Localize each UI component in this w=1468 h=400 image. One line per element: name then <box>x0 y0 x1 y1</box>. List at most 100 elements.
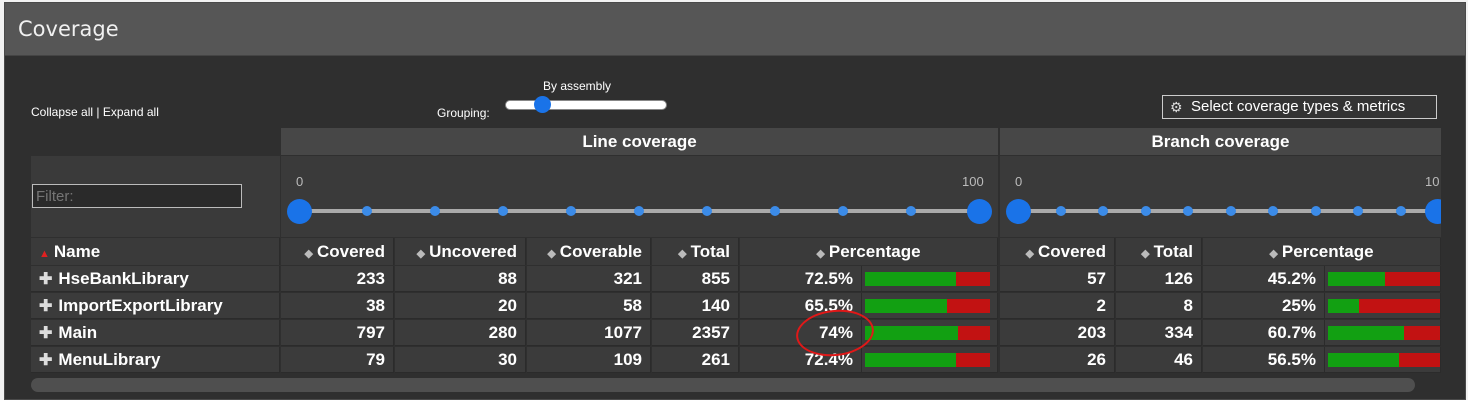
branch-range-min-handle[interactable] <box>1006 199 1031 224</box>
line-covered-bar <box>865 353 956 367</box>
col-header-uncovered[interactable]: ◆ Uncovered <box>395 238 526 265</box>
sort-icon: ◆ <box>416 248 426 260</box>
row-total: 140 <box>701 296 730 315</box>
cell-uncovered: 20 <box>395 293 526 319</box>
line-uncovered-bar <box>956 272 990 286</box>
range-tick-dot <box>702 206 712 216</box>
branch-coverage-bar-cell <box>1325 293 1441 319</box>
row-coverable: 1077 <box>604 323 642 342</box>
sort-icon: ◆ <box>816 248 825 260</box>
select-coverage-metrics-button[interactable]: ⚙ Select coverage types & metrics <box>1162 95 1437 119</box>
line-range-min-handle[interactable] <box>287 199 312 224</box>
col-header-branch-total-label: Total <box>1153 242 1193 261</box>
range-tick-dot <box>430 206 440 216</box>
row-covered: 233 <box>356 269 385 288</box>
line-uncovered-bar <box>956 353 990 367</box>
gear-icon: ⚙ <box>1170 99 1183 115</box>
cell-coverable: 321 <box>527 266 651 292</box>
row-coverable: 109 <box>613 350 642 369</box>
row-covered: 79 <box>366 350 385 369</box>
line-coverage-group-header: Line coverage <box>281 128 998 155</box>
row-coverable: 321 <box>613 269 642 288</box>
expand-all-link[interactable]: Expand all <box>103 105 159 119</box>
row-b-total: 46 <box>1174 350 1193 369</box>
row-b-total: 126 <box>1164 269 1193 288</box>
cell-percentage: 74% <box>740 320 862 346</box>
cell-percentage: 72.4% <box>740 347 862 373</box>
expand-plus-icon[interactable]: ✚ <box>39 352 52 369</box>
row-b-percentage: 25% <box>1281 296 1316 315</box>
range-tick-dot <box>362 206 372 216</box>
col-header-branch-covered-label: Covered <box>1037 242 1106 261</box>
col-header-branch-percentage[interactable]: ◆ Percentage <box>1203 238 1441 265</box>
cell-b-percentage: 25% <box>1203 293 1325 319</box>
range-tick-dot <box>770 206 780 216</box>
branch-range-cell: 0 10 <box>1000 156 1441 237</box>
col-header-name[interactable]: ▲ Name <box>31 238 280 265</box>
col-header-branch-total[interactable]: ◆ Total <box>1116 238 1202 265</box>
grouping-slider[interactable] <box>505 96 667 113</box>
row-uncovered: 20 <box>498 296 517 315</box>
branch-coverage-bar <box>1328 353 1440 367</box>
row-percentage: 72.4% <box>804 350 853 369</box>
line-covered-bar <box>865 272 956 286</box>
branch-coverage-bar <box>1328 299 1440 313</box>
row-name: ImportExportLibrary <box>58 296 223 315</box>
col-header-total-label: Total <box>690 242 730 261</box>
horizontal-scrollbar[interactable] <box>31 378 1415 392</box>
line-uncovered-bar <box>947 299 990 313</box>
col-header-coverable-label: Coverable <box>559 242 642 261</box>
expand-plus-icon[interactable]: ✚ <box>39 298 52 315</box>
line-coverage-bar-cell <box>862 293 998 319</box>
collapse-all-link[interactable]: Collapse all <box>31 105 93 119</box>
cell-covered: 79 <box>281 347 394 373</box>
grouping-value: By assembly <box>543 79 612 93</box>
row-name: MenuLibrary <box>58 350 161 369</box>
cell-b-percentage: 56.5% <box>1203 347 1325 373</box>
line-range-cell: 0 100 <box>281 156 998 237</box>
line-range-max-handle[interactable] <box>967 199 992 224</box>
row-coverable: 58 <box>623 296 642 315</box>
cell-name: ✚ ImportExportLibrary <box>31 293 280 319</box>
branch-covered-bar <box>1328 299 1359 313</box>
row-percentage: 72.5% <box>804 269 853 288</box>
row-b-covered: 2 <box>1096 296 1106 315</box>
branch-coverage-group-header: Branch coverage <box>1000 128 1441 155</box>
expand-plus-icon[interactable]: ✚ <box>39 271 52 288</box>
branch-coverage-bar-cell <box>1325 320 1441 346</box>
cell-coverable: 1077 <box>527 320 651 346</box>
branch-range-min-label: 0 <box>1015 174 1023 189</box>
range-tick-dot <box>1055 206 1066 216</box>
cell-total: 140 <box>652 293 739 319</box>
sort-icon: ◆ <box>678 248 687 260</box>
branch-range-max-handle[interactable] <box>1425 199 1441 224</box>
col-header-coverable[interactable]: ◆ Coverable <box>527 238 651 265</box>
link-separator: | <box>93 105 103 119</box>
grouping-slider-thumb[interactable] <box>534 96 551 113</box>
line-uncovered-bar <box>958 326 990 340</box>
branch-covered-bar <box>1328 272 1385 286</box>
row-total: 261 <box>701 350 730 369</box>
col-header-branch-percentage-label: Percentage <box>1281 242 1374 261</box>
line-coverage-bar <box>865 326 990 340</box>
range-tick-dot <box>906 206 916 216</box>
cell-total: 261 <box>652 347 739 373</box>
range-tick-dot <box>838 206 848 216</box>
col-header-total[interactable]: ◆ Total <box>652 238 739 265</box>
col-header-percentage[interactable]: ◆ Percentage <box>740 238 998 265</box>
cell-covered: 797 <box>281 320 394 346</box>
col-header-covered[interactable]: ◆ Covered <box>281 238 394 265</box>
collapse-expand-links: Collapse all | Expand all <box>31 105 159 119</box>
line-coverage-bar <box>865 299 990 313</box>
col-header-branch-covered[interactable]: ◆ Covered <box>1000 238 1115 265</box>
grouping-slider-track[interactable] <box>505 100 667 110</box>
cell-coverable: 109 <box>527 347 651 373</box>
line-coverage-bar <box>865 353 990 367</box>
cell-total: 855 <box>652 266 739 292</box>
cell-total: 2357 <box>652 320 739 346</box>
cell-b-percentage: 60.7% <box>1203 320 1325 346</box>
expand-plus-icon[interactable]: ✚ <box>39 325 52 342</box>
row-covered: 38 <box>366 296 385 315</box>
row-b-percentage: 56.5% <box>1267 350 1316 369</box>
filter-input[interactable] <box>32 184 242 208</box>
